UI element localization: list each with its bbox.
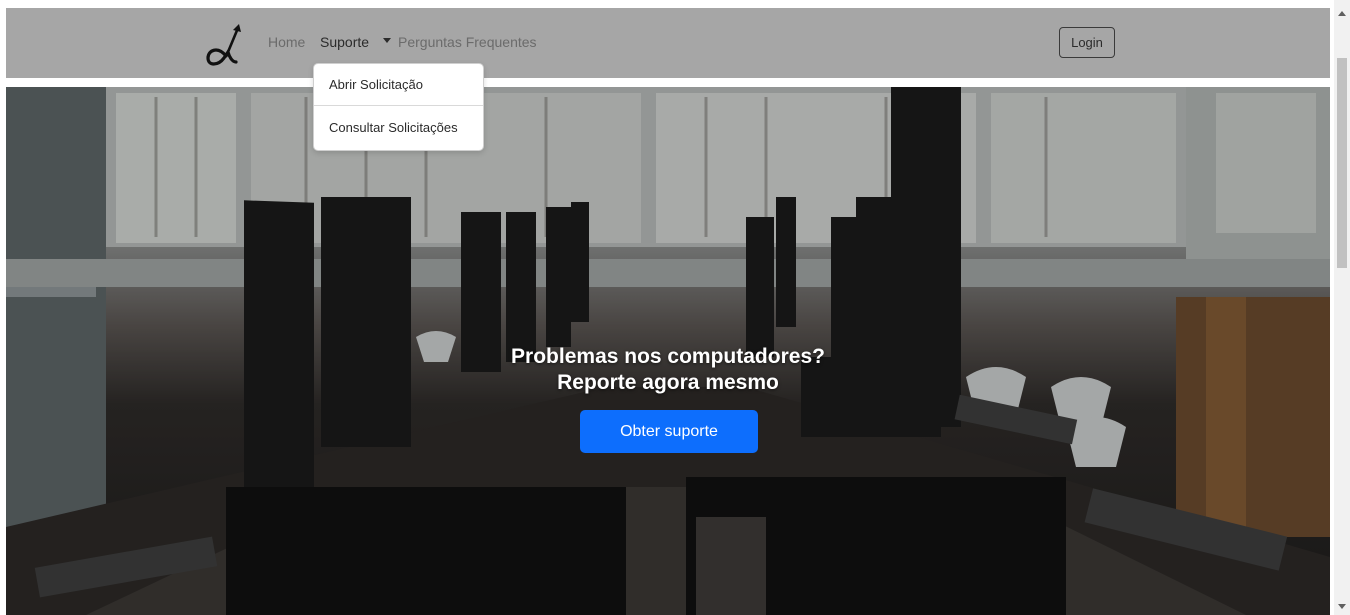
top-navbar: Home Suporte Perguntas Frequentes Login xyxy=(6,8,1330,78)
dropdown-item-label: Abrir Solicitação xyxy=(329,77,423,92)
suporte-dropdown-menu: Abrir Solicitação Consultar Solicitações xyxy=(313,63,484,151)
scroll-down-arrow-icon[interactable] xyxy=(1338,604,1346,609)
scroll-up-arrow-icon[interactable] xyxy=(1338,11,1346,16)
hero-section: Problemas nos computadores? Reporte agor… xyxy=(6,87,1330,615)
get-support-button[interactable]: Obter suporte xyxy=(580,410,758,453)
dropdown-item-abrir-solicitacao[interactable]: Abrir Solicitação xyxy=(314,64,483,105)
nav-faq-link[interactable]: Perguntas Frequentes xyxy=(398,34,537,50)
hero-headline-line1: Problemas nos computadores? xyxy=(511,345,825,368)
alpha-arrow-logo-icon[interactable] xyxy=(202,20,250,70)
dropdown-item-label: Consultar Solicitações xyxy=(329,120,458,135)
page-scrollbar[interactable] xyxy=(1334,0,1350,615)
hero-headline-line2: Reporte agora mesmo xyxy=(557,371,779,394)
scrollbar-thumb[interactable] xyxy=(1337,58,1347,268)
dropdown-item-consultar-solicitacoes[interactable]: Consultar Solicitações xyxy=(314,106,483,150)
nav-home-link[interactable]: Home xyxy=(268,34,305,50)
nav-suporte-dropdown-toggle[interactable]: Suporte xyxy=(320,34,369,50)
hero-headline: Problemas nos computadores? Reporte agor… xyxy=(6,344,1330,396)
caret-down-icon[interactable] xyxy=(383,38,391,43)
login-button[interactable]: Login xyxy=(1059,27,1115,58)
